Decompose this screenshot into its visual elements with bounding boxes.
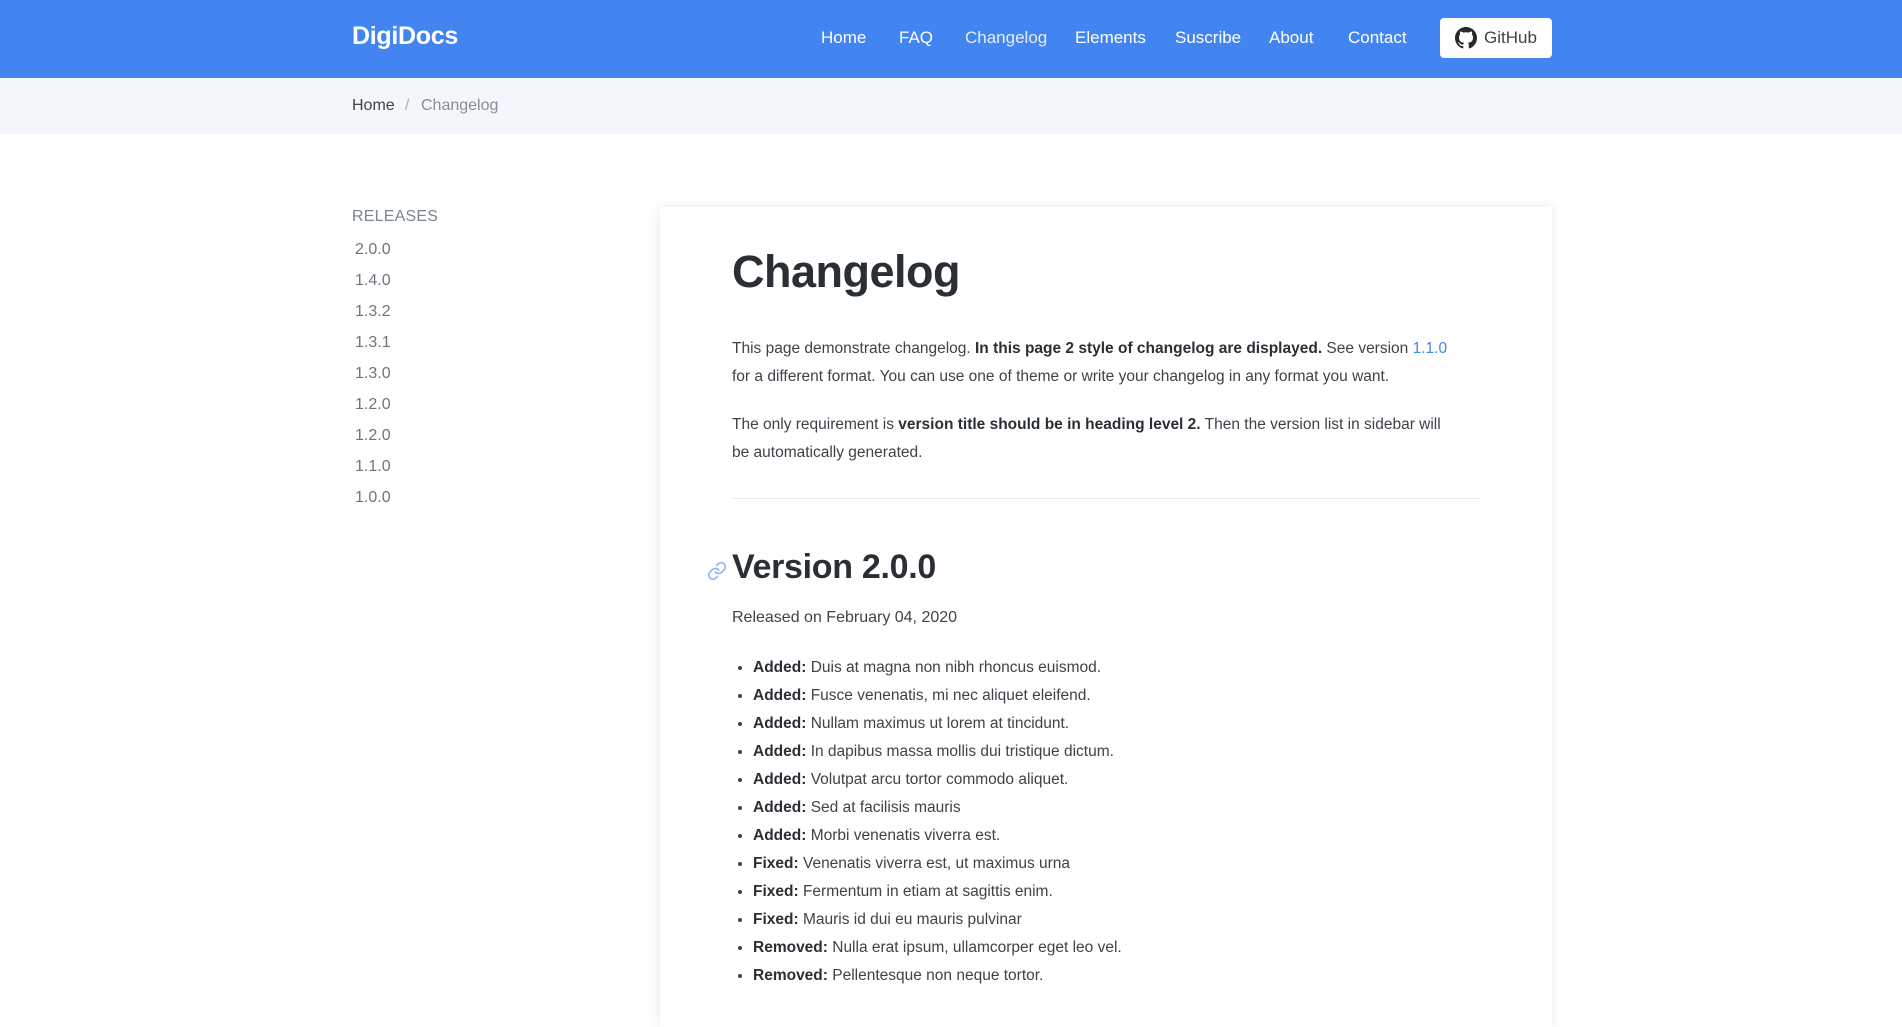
brand-logo[interactable]: DigiDocs [352,22,458,51]
list-item: Added: Morbi venenatis viverra est. [753,822,1122,850]
nav-elements[interactable]: Elements [1075,28,1146,48]
list-item: Fixed: Mauris id dui eu mauris pulvinar [753,906,1122,934]
change-type: Fixed: [753,855,799,872]
link-icon[interactable] [707,561,727,581]
nav-changelog[interactable]: Changelog [965,28,1047,48]
intro-text: This page demonstrate changelog. [732,340,975,357]
nav-about[interactable]: About [1269,28,1313,48]
list-item: Added: Duis at magna non nibh rhoncus eu… [753,654,1122,682]
top-navbar: DigiDocs Home FAQ Changelog Elements Sus… [0,0,1902,78]
change-list: Added: Duis at magna non nibh rhoncus eu… [732,654,1122,990]
sidebar-release-item[interactable]: 2.0.0 [355,241,391,259]
change-text: Morbi venenatis viverra est. [806,827,1001,844]
intro-text: for a different format. You can use one … [732,368,1390,385]
requirement-bold: version title should be in heading level… [898,416,1201,433]
requirement-text: The only requirement is [732,416,899,433]
page-title: Changelog [732,246,961,297]
list-item: Fixed: Venenatis viverra est, ut maximus… [753,850,1122,878]
change-text: Pellentesque non neque tortor. [827,967,1044,984]
change-type: Removed: [753,939,828,956]
change-type: Added: [753,659,807,676]
sidebar-release-item[interactable]: 1.2.0 [355,427,391,445]
list-item: Added: Sed at facilisis mauris [753,794,1122,822]
change-text: Nullam maximus ut lorem at tincidunt. [806,715,1070,732]
list-item: Added: In dapibus massa mollis dui trist… [753,738,1122,766]
intro-bold: In this page 2 style of changelog are di… [975,340,1323,357]
change-type: Added: [753,799,807,816]
list-item: Fixed: Fermentum in etiam at sagittis en… [753,878,1122,906]
github-button[interactable]: GitHub [1440,18,1552,58]
intro-text: See version [1322,340,1413,357]
list-item: Added: Fusce venenatis, mi nec aliquet e… [753,682,1122,710]
sidebar-release-item[interactable]: 1.3.1 [355,334,391,352]
sidebar-release-item[interactable]: 1.2.0 [355,396,391,414]
nav-contact[interactable]: Contact [1348,28,1407,48]
change-text: Venenatis viverra est, ut maximus urna [798,855,1071,872]
version-title: Version 2.0.0 [732,548,937,586]
change-text: Fusce venenatis, mi nec aliquet eleifend… [806,687,1091,704]
change-type: Added: [753,771,807,788]
change-type: Removed: [753,967,828,984]
change-text: Duis at magna non nibh rhoncus euismod. [806,659,1102,676]
sidebar-title: RELEASES [352,208,439,225]
sidebar-release-item[interactable]: 1.3.0 [355,365,391,383]
list-item: Added: Volutpat arcu tortor commodo aliq… [753,766,1122,794]
release-date: Released on February 04, 2020 [732,609,958,626]
nav-faq[interactable]: FAQ [899,28,933,48]
breadcrumb-home[interactable]: Home [352,97,395,115]
github-label: GitHub [1484,28,1537,47]
sidebar-release-item[interactable]: 1.0.0 [355,489,391,507]
version-link[interactable]: 1.1.0 [1413,340,1447,357]
change-text: In dapibus massa mollis dui tristique di… [806,743,1114,760]
github-icon [1455,27,1478,49]
change-text: Nulla erat ipsum, ullamcorper eget leo v… [827,939,1122,956]
change-type: Added: [753,743,807,760]
change-type: Fixed: [753,911,799,928]
list-item: Removed: Nulla erat ipsum, ullamcorper e… [753,934,1122,962]
nav-suscribe[interactable]: Suscribe [1175,28,1241,48]
sidebar-release-item[interactable]: 1.4.0 [355,272,391,290]
sidebar-release-item[interactable]: 1.3.2 [355,303,391,321]
breadcrumb-current: Changelog [421,97,499,114]
change-type: Added: [753,715,807,732]
change-text: Sed at facilisis mauris [806,799,961,816]
requirement-paragraph: The only requirement is version title sh… [732,411,1452,467]
sidebar-release-item[interactable]: 1.1.0 [355,458,391,476]
breadcrumb-separator: / [405,97,410,114]
change-text: Fermentum in etiam at sagittis enim. [798,883,1053,900]
change-type: Added: [753,687,807,704]
list-item: Added: Nullam maximus ut lorem at tincid… [753,710,1122,738]
change-text: Volutpat arcu tortor commodo aliquet. [806,771,1069,788]
change-type: Added: [753,827,807,844]
change-type: Fixed: [753,883,799,900]
breadcrumb: Home / Changelog [0,78,1902,134]
list-item: Removed: Pellentesque non neque tortor. [753,962,1122,990]
intro-paragraph: This page demonstrate changelog. In this… [732,335,1452,391]
nav-home[interactable]: Home [821,28,866,48]
section-divider [732,498,1480,499]
change-text: Mauris id dui eu mauris pulvinar [798,911,1022,928]
